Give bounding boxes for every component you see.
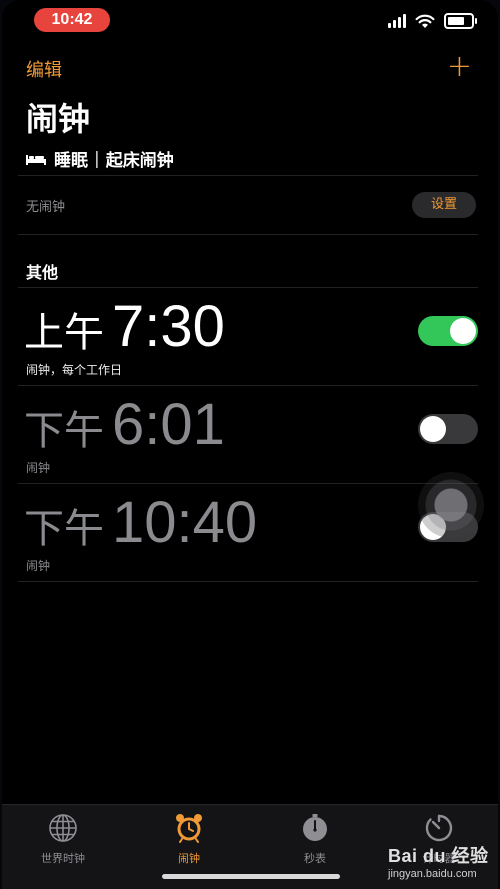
edit-button[interactable]: 编辑 (26, 56, 62, 82)
bed-icon (26, 154, 46, 165)
globe-icon (49, 814, 77, 842)
alarm-period: 上午 (24, 311, 104, 355)
wifi-icon (415, 14, 435, 28)
alarm-period: 下午 (24, 409, 104, 453)
tab-world-clock[interactable]: 世界时钟 (8, 813, 118, 866)
alarm-time: 下午 10:40 (24, 489, 257, 556)
divider (18, 234, 478, 235)
stopwatch-icon (303, 814, 327, 841)
battery-icon (444, 13, 477, 29)
sleep-separator: | (94, 148, 100, 169)
no-alarm-text: 无闹钟 (26, 200, 66, 215)
alarm-period: 下午 (24, 507, 104, 551)
tab-stopwatch[interactable]: 秒表 (260, 813, 370, 866)
alarm-label: 闹钟 (26, 559, 51, 573)
screen: 10:42 编辑 + 闹钟 睡眠 | 起床闹钟 无闹钟 设置 其他 上午 7:3… (2, 0, 498, 889)
watermark-brand: Bai du 经验 (388, 846, 489, 866)
status-icons (388, 12, 477, 30)
tab-label: 秒表 (304, 852, 326, 865)
page-title: 闹钟 (26, 100, 91, 138)
divider (18, 175, 478, 176)
timer-icon (425, 814, 453, 842)
set-sleep-button[interactable]: 设置 (412, 192, 476, 218)
divider (18, 385, 478, 386)
tab-label: 世界时钟 (41, 852, 85, 865)
status-time: 10:42 (34, 8, 110, 32)
alarm-toggle[interactable] (418, 316, 478, 346)
sleep-title: 睡眠 (54, 151, 88, 171)
watermark: Bai du 经验 jingyan.baidu.com (388, 842, 489, 880)
alarm-time: 上午 7:30 (24, 293, 225, 360)
alarm-clock-icon (176, 814, 202, 843)
sleep-subtitle: 起床闹钟 (105, 151, 174, 171)
add-alarm-button[interactable]: + (447, 52, 472, 82)
divider (18, 581, 478, 582)
section-title-other: 其他 (26, 263, 59, 282)
alarm-time: 下午 6:01 (24, 391, 225, 458)
device-frame: 10:42 编辑 + 闹钟 睡眠 | 起床闹钟 无闹钟 设置 其他 上午 7:3… (0, 0, 500, 889)
home-indicator[interactable] (162, 874, 340, 879)
tab-alarm[interactable]: 闹钟 (134, 813, 244, 866)
alarm-clock-time: 7:30 (112, 294, 225, 359)
alarm-toggle[interactable] (418, 414, 478, 444)
alarm-clock-time: 6:01 (112, 392, 225, 457)
divider (18, 483, 478, 484)
toggle-knob (450, 318, 476, 344)
watermark-url: jingyan.baidu.com (388, 868, 477, 880)
divider (18, 287, 478, 288)
touch-indicator (418, 472, 484, 538)
alarm-row[interactable]: 下午 6:01 闹钟 (2, 387, 498, 484)
cellular-signal-icon (388, 14, 406, 28)
alarm-label: 闹钟 (26, 461, 51, 475)
alarm-row[interactable]: 上午 7:30 闹钟，每个工作日 (2, 289, 498, 386)
alarm-clock-time: 10:40 (112, 490, 258, 555)
sleep-header: 睡眠 | 起床闹钟 (26, 146, 174, 171)
alarm-label: 闹钟，每个工作日 (26, 363, 123, 377)
toggle-knob (420, 416, 446, 442)
tab-label: 闹钟 (178, 852, 200, 865)
